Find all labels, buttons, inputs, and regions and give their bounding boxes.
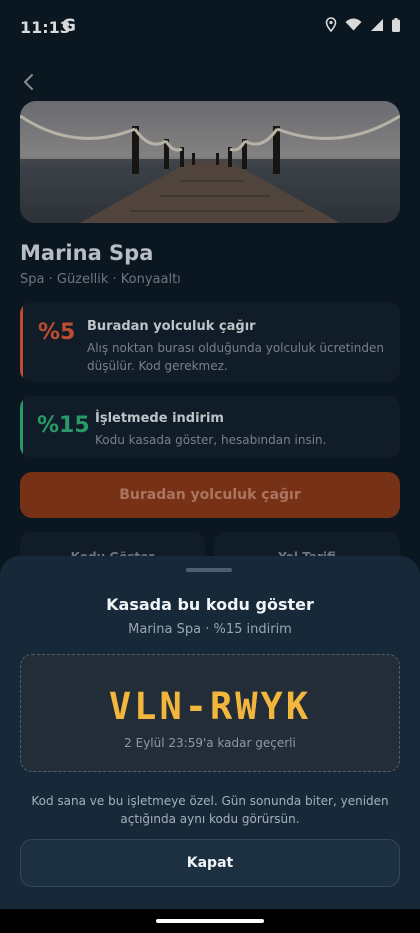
discount-code: VLN-RWYK	[108, 685, 312, 728]
code-box: VLN-RWYK 2 Eylül 23:59'a kadar geçerli	[20, 654, 400, 772]
sheet-subtitle: Marina Spa · %15 indirim	[128, 622, 292, 637]
code-note: Kod sana ve bu işletmeye özel. Gün sonun…	[31, 794, 389, 826]
code-validity: 2 Eylül 23:59'a kadar geçerli	[124, 736, 296, 750]
close-button[interactable]: Kapat	[20, 839, 400, 887]
navigation-bar	[0, 909, 420, 933]
drag-handle[interactable]	[186, 568, 232, 572]
sheet-title: Kasada bu kodu göster	[106, 595, 314, 614]
code-bottom-sheet: Kasada bu kodu göster Marina Spa · %15 i…	[0, 556, 420, 909]
home-indicator[interactable]	[156, 919, 264, 923]
